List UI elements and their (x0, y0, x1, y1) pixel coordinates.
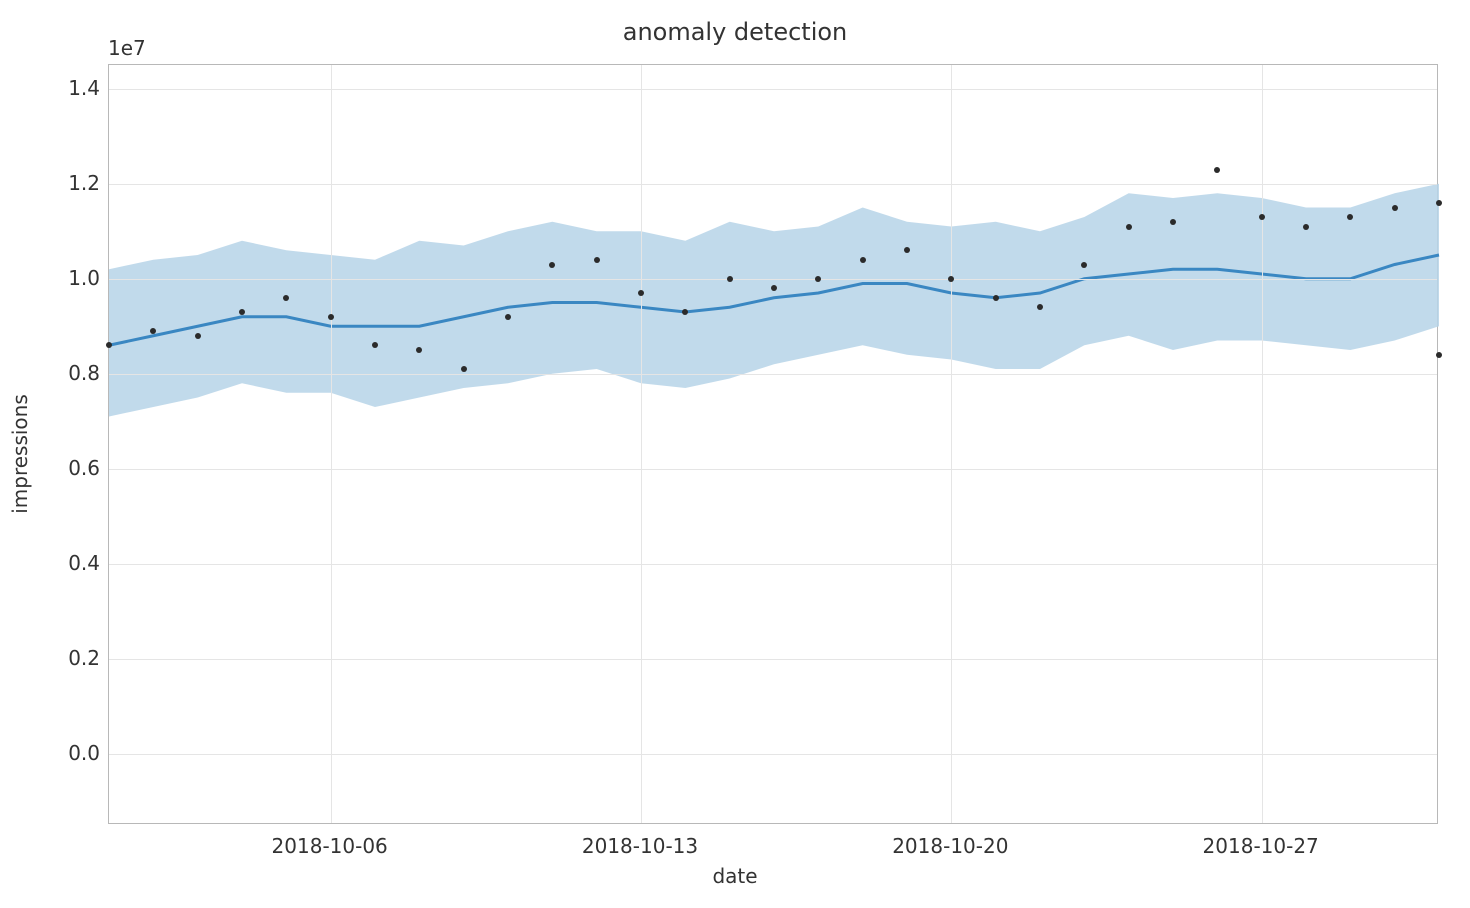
chart-title: anomaly detection (0, 18, 1470, 46)
data-point (461, 366, 467, 372)
grid-line-vertical (641, 65, 642, 823)
y-tick-label: 0.4 (64, 551, 100, 575)
x-axis-label: date (0, 864, 1470, 888)
y-axis-label: impressions (8, 394, 32, 514)
data-point (1170, 219, 1176, 225)
grid-line-horizontal (109, 279, 1437, 280)
predicted-line (109, 65, 1439, 825)
data-point (1436, 352, 1442, 358)
y-tick-label: 0.6 (64, 456, 100, 480)
data-point (195, 333, 201, 339)
data-point (1436, 200, 1442, 206)
x-tick-label: 2018-10-06 (272, 834, 388, 858)
data-point (638, 290, 644, 296)
data-point (239, 309, 245, 315)
grid-line-horizontal (109, 89, 1437, 90)
plot-area (108, 64, 1438, 824)
data-point (727, 276, 733, 282)
y-tick-label: 1.0 (64, 266, 100, 290)
y-tick-label: 0.0 (64, 741, 100, 765)
y-tick-label: 1.4 (64, 76, 100, 100)
grid-line-horizontal (109, 374, 1437, 375)
data-point (1392, 205, 1398, 211)
y-axis-offset-text: 1e7 (108, 36, 146, 60)
x-tick-label: 2018-10-27 (1203, 834, 1319, 858)
figure: anomaly detection 1e7 impressions date 2… (0, 0, 1470, 908)
grid-line-vertical (951, 65, 952, 823)
data-point (505, 314, 511, 320)
data-point (594, 257, 600, 263)
data-point (1259, 214, 1265, 220)
y-tick-label: 1.2 (64, 171, 100, 195)
data-point (860, 257, 866, 263)
x-tick-label: 2018-10-20 (892, 834, 1008, 858)
x-tick-label: 2018-10-13 (582, 834, 698, 858)
grid-line-horizontal (109, 564, 1437, 565)
data-point (1126, 224, 1132, 230)
y-tick-label: 0.2 (64, 646, 100, 670)
grid-line-horizontal (109, 469, 1437, 470)
grid-line-horizontal (109, 184, 1437, 185)
data-point (328, 314, 334, 320)
data-point (1081, 262, 1087, 268)
data-point (1214, 167, 1220, 173)
grid-line-vertical (331, 65, 332, 823)
grid-line-vertical (1262, 65, 1263, 823)
data-point (993, 295, 999, 301)
grid-line-horizontal (109, 659, 1437, 660)
data-point (1303, 224, 1309, 230)
data-point (549, 262, 555, 268)
y-tick-label: 0.8 (64, 361, 100, 385)
predicted-line-path (109, 255, 1439, 345)
grid-line-horizontal (109, 754, 1437, 755)
